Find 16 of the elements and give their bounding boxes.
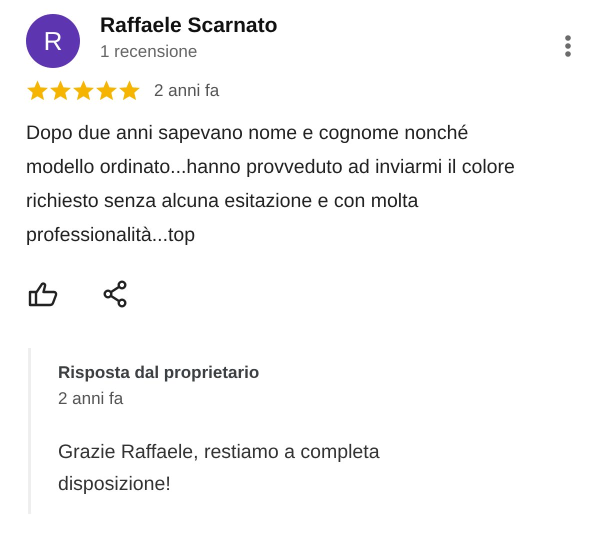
- star-icon: [72, 79, 95, 102]
- share-icon[interactable]: [102, 280, 128, 308]
- reply-text: Grazie Raffaele, restiamo a completa disposizione!: [58, 440, 381, 497]
- author-name[interactable]: Raffaele Scarnato: [100, 12, 564, 40]
- star-icon: [118, 79, 141, 102]
- star-icon: [95, 79, 118, 102]
- review-time: 2 anni fa: [154, 80, 220, 100]
- reply-title: Risposta dal proprietario: [58, 362, 260, 384]
- thumbs-up-icon[interactable]: [28, 281, 58, 307]
- review-text: Dopo due anni sapevano nome e cognome nonché modello ordinato...hanno provveduto ad inviarmi il colore richiesto senza alcuna esitazione e con molta professionalità...top: [26, 121, 516, 248]
- more-options-icon[interactable]: [564, 34, 572, 58]
- star-icon: [26, 79, 49, 102]
- reply-time: 2 anni fa: [58, 388, 124, 410]
- review-count: 1 recensione: [100, 41, 198, 63]
- star-icon: [49, 79, 72, 102]
- avatar: R: [26, 14, 80, 68]
